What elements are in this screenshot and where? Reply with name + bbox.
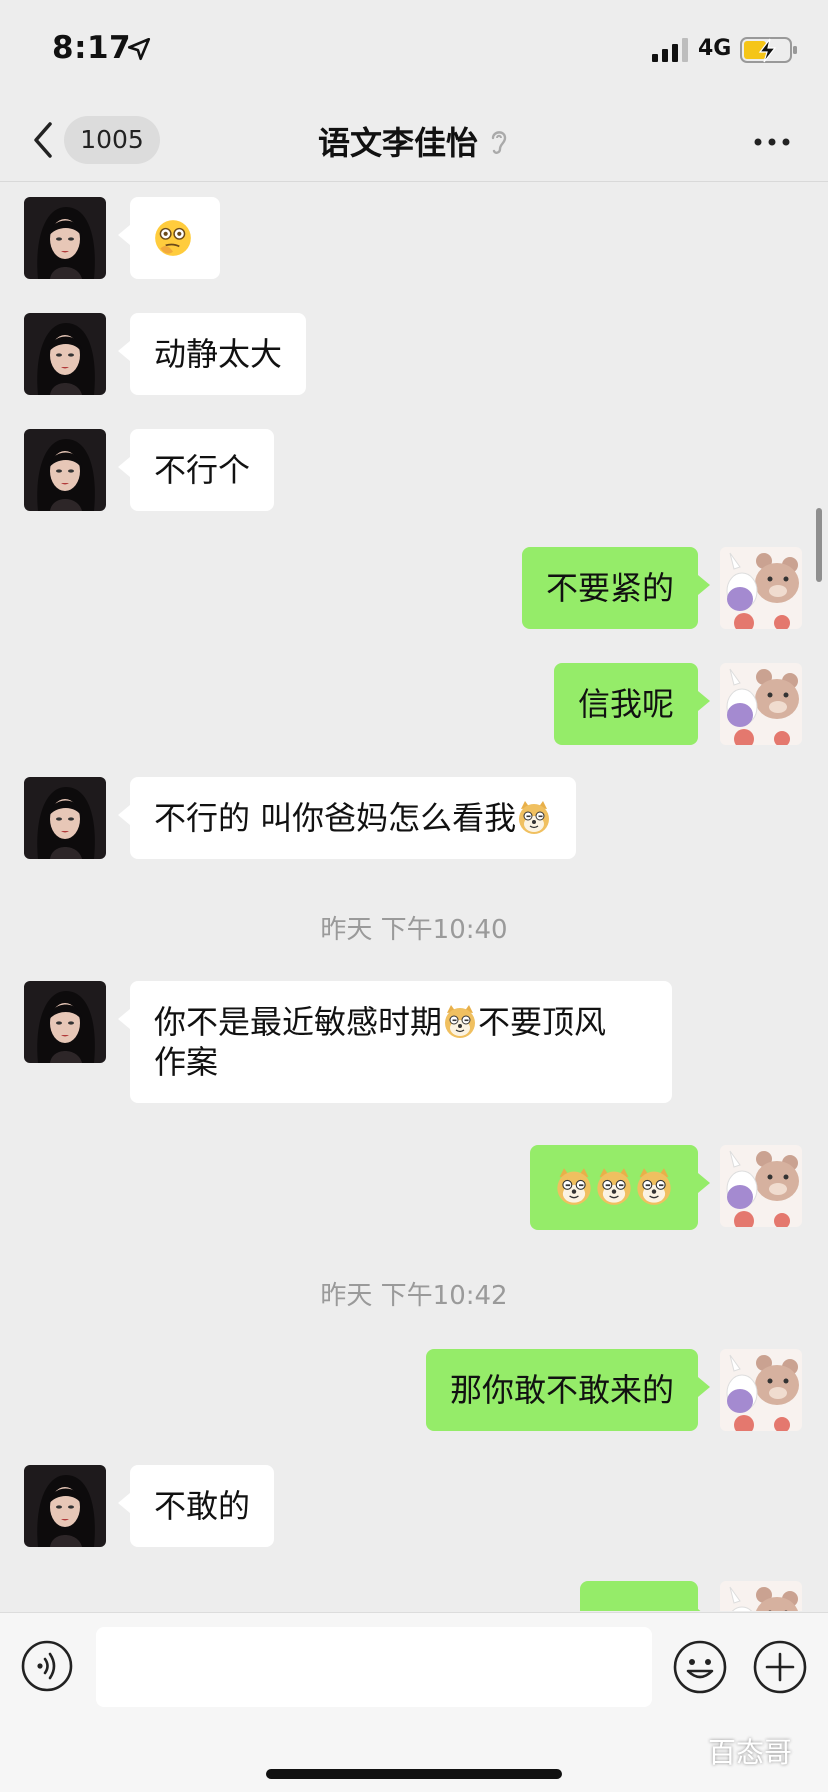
timestamp: 昨天 下午10:40 — [320, 915, 508, 945]
doge-emoji-icon — [516, 799, 552, 835]
my-avatar[interactable] — [720, 1349, 802, 1431]
more-options-icon[interactable] — [750, 124, 794, 160]
watermark: 百态哥 — [708, 1736, 793, 1769]
cellular-signal-icon — [652, 38, 688, 62]
message-bubble[interactable]: 信我呢 — [553, 663, 711, 745]
home-indicator[interactable] — [266, 1769, 562, 1779]
message-bubble[interactable]: 不行的 叫你爸妈怎么看我 — [117, 777, 577, 859]
chat-header: 1005 语文李佳怡 — [0, 100, 828, 182]
status-time: 8:17 — [52, 30, 132, 66]
contact-avatar[interactable] — [24, 1465, 106, 1547]
message-bubble[interactable]: 不要紧的 — [521, 547, 711, 629]
my-avatar[interactable] — [720, 547, 802, 629]
chat-scrollbar[interactable] — [816, 508, 822, 582]
message-text: 不要顶风 — [478, 1003, 607, 1041]
status-bar: 8:17 4G — [0, 0, 828, 100]
my-avatar[interactable] — [720, 663, 802, 745]
message-bubble[interactable] — [580, 1581, 710, 1611]
doge-emoji-icon — [594, 1166, 634, 1206]
message-bubble[interactable]: 动静太大 — [117, 313, 307, 395]
voice-input-icon[interactable] — [20, 1639, 74, 1693]
message-text-field[interactable] — [96, 1627, 652, 1707]
contact-avatar[interactable] — [24, 777, 106, 859]
chat-title: 语文李佳怡 — [317, 124, 478, 162]
message-bubble[interactable] — [530, 1145, 710, 1230]
message-input-bar: 百态哥 — [0, 1612, 828, 1792]
message-text: 作案 — [154, 1043, 219, 1081]
message-bubble[interactable]: 不行个 — [117, 429, 275, 511]
doge-emoji-icon — [442, 1003, 478, 1039]
more-actions-plus-icon[interactable] — [752, 1639, 808, 1695]
ear-icon — [491, 131, 507, 154]
contact-avatar[interactable] — [24, 197, 106, 279]
timestamp: 昨天 下午10:42 — [320, 1281, 508, 1311]
doge-emoji-icon — [554, 1166, 594, 1206]
thinking-face-emoji-icon — [155, 220, 191, 256]
battery-charging-icon — [740, 37, 797, 63]
message-bubble[interactable]: 不敢的 — [117, 1465, 275, 1547]
doge-emoji-icon — [634, 1166, 674, 1206]
contact-avatar[interactable] — [24, 429, 106, 511]
message-text: 不行的 叫你爸妈怎么看我 — [154, 799, 517, 837]
message-bubble[interactable]: 你不是最近敏感时期 不要顶风 作案 — [118, 981, 672, 1103]
message-bubble[interactable] — [118, 197, 220, 279]
contact-avatar[interactable] — [24, 313, 106, 395]
message-text: 你不是最近敏感时期 — [154, 1003, 443, 1041]
location-arrow-icon — [127, 37, 151, 61]
contact-avatar[interactable] — [24, 981, 106, 1063]
network-type: 4G — [698, 36, 732, 61]
message-list[interactable]: 动静太大 不行个 不要紧的 信我呢 不行的 叫你爸妈怎么看我 昨天 下午10:4… — [0, 183, 828, 1611]
my-avatar[interactable] — [720, 1581, 802, 1611]
emoji-picker-icon[interactable] — [672, 1639, 728, 1695]
chat-title-container: 语文李佳怡 — [0, 118, 828, 164]
message-bubble[interactable]: 那你敢不敢来的 — [425, 1349, 711, 1431]
my-avatar[interactable] — [720, 1145, 802, 1227]
